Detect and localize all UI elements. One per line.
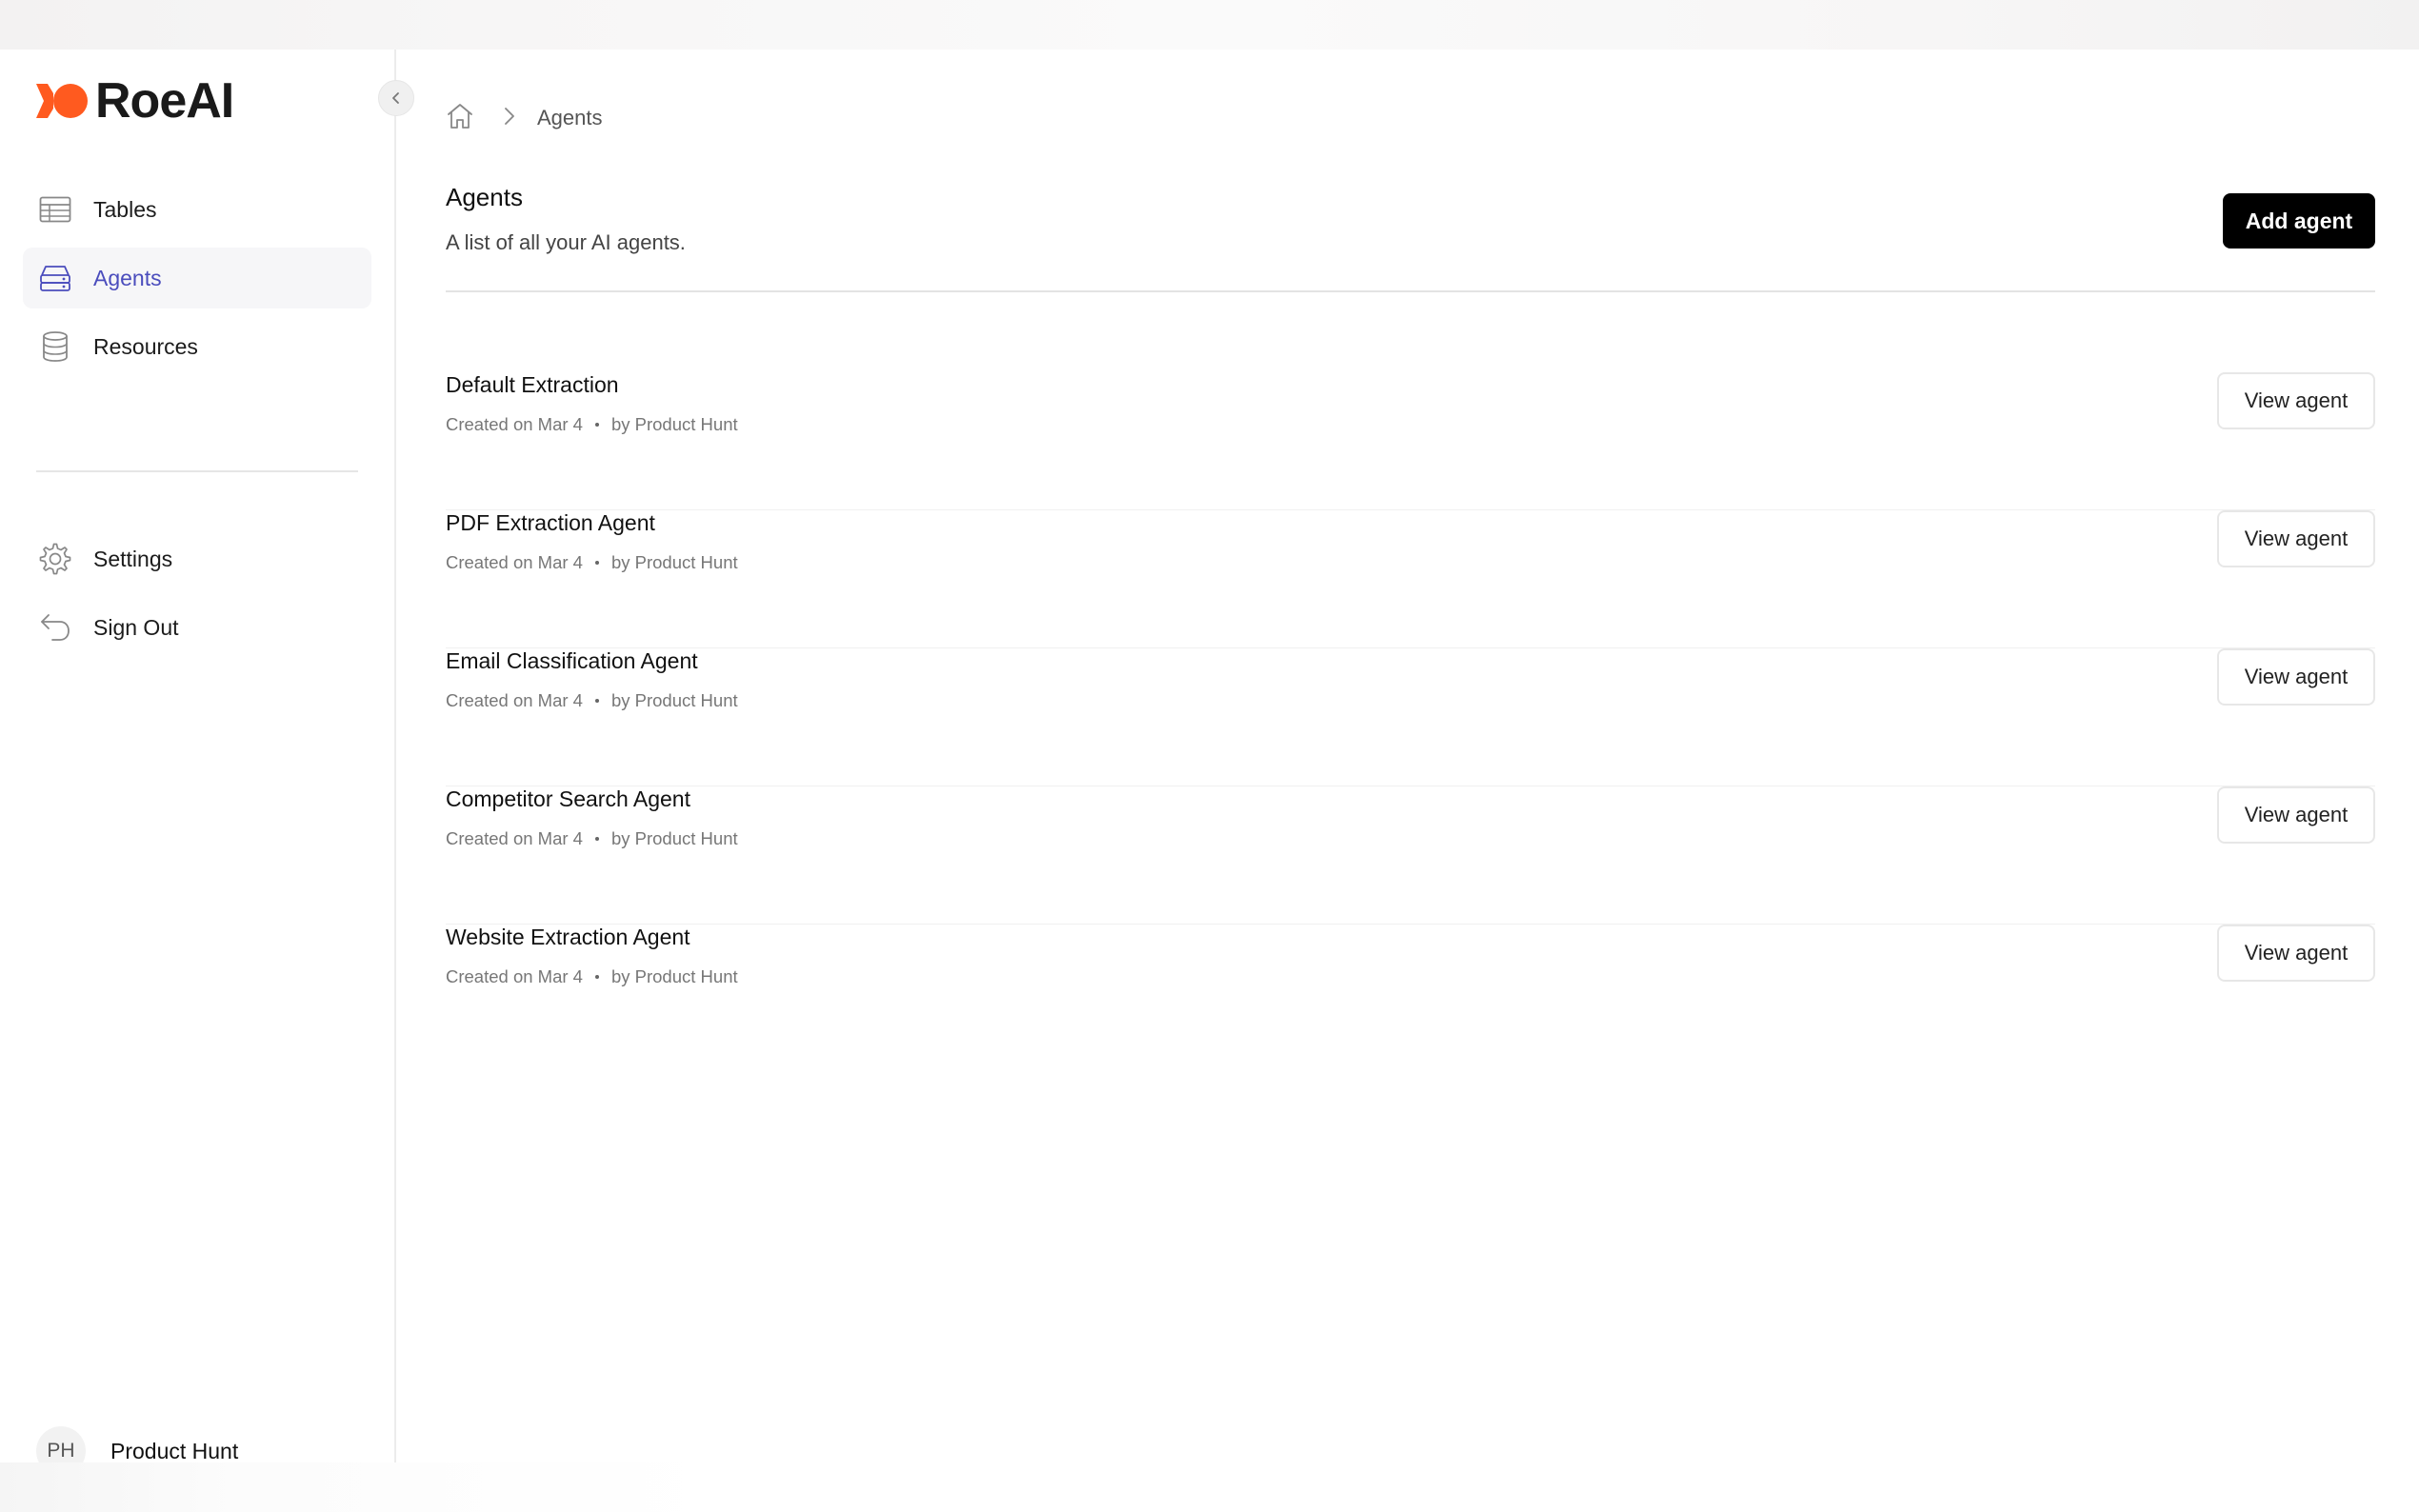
separator-dot xyxy=(594,837,599,841)
separator-dot xyxy=(594,975,599,979)
agent-author: by Product Hunt xyxy=(610,552,738,572)
agent-list: Default Extraction Created on Mar 4 by P… xyxy=(446,372,2375,1063)
agent-author: by Product Hunt xyxy=(610,414,738,434)
user-name: Product Hunt xyxy=(110,1438,239,1463)
list-item: Default Extraction Created on Mar 4 by P… xyxy=(446,372,2375,510)
view-agent-button[interactable]: View agent xyxy=(2217,648,2375,706)
primary-nav: Tables Agents Resources xyxy=(23,179,371,385)
agent-meta: Created on Mar 4 by Product Hunt xyxy=(446,552,738,573)
agent-created: Created on Mar 4 xyxy=(446,966,583,986)
agents-icon xyxy=(38,261,72,295)
breadcrumb: Agents xyxy=(446,99,603,137)
app-window: RoeAI Tables Agents Resources Settings S… xyxy=(0,50,2419,1476)
header-divider xyxy=(446,290,2375,292)
agent-created: Created on Mar 4 xyxy=(446,828,583,848)
sign-out-icon xyxy=(38,610,72,645)
agent-meta: Created on Mar 4 by Product Hunt xyxy=(446,966,738,987)
breadcrumb-current[interactable]: Agents xyxy=(537,106,603,130)
agent-name: PDF Extraction Agent xyxy=(446,510,655,535)
sidebar-divider xyxy=(36,470,358,472)
window-top-bar xyxy=(0,0,2419,50)
sidebar-item-label: Agents xyxy=(93,265,162,290)
view-agent-button[interactable]: View agent xyxy=(2217,786,2375,844)
add-agent-button[interactable]: Add agent xyxy=(2223,193,2375,249)
chevron-left-icon xyxy=(392,92,399,104)
list-item: Email Classification Agent Created on Ma… xyxy=(446,648,2375,786)
logo-text: RoeAI xyxy=(95,73,234,129)
gear-icon xyxy=(38,542,72,576)
database-icon xyxy=(38,329,72,364)
agent-meta: Created on Mar 4 by Product Hunt xyxy=(446,414,738,435)
sidebar-item-tables[interactable]: Tables xyxy=(23,179,371,240)
secondary-nav: Settings Sign Out xyxy=(23,528,371,666)
sidebar-item-label: Settings xyxy=(93,546,173,571)
page-title: Agents xyxy=(446,183,523,211)
view-agent-button[interactable]: View agent xyxy=(2217,925,2375,982)
sidebar-item-sign-out[interactable]: Sign Out xyxy=(23,597,371,658)
page-header: Agents A list of all your AI agents. Add… xyxy=(446,183,2375,288)
agent-created: Created on Mar 4 xyxy=(446,552,583,572)
home-icon[interactable] xyxy=(446,102,474,135)
sidebar-item-label: Tables xyxy=(93,196,157,222)
main-content: Agents Agents A list of all your AI agen… xyxy=(446,50,2375,1462)
sidebar-item-label: Sign Out xyxy=(93,614,179,640)
separator-dot xyxy=(594,699,599,703)
sidebar-item-settings[interactable]: Settings xyxy=(23,528,371,589)
window-bottom-bar xyxy=(0,1462,2419,1512)
list-item: PDF Extraction Agent Created on Mar 4 by… xyxy=(446,510,2375,648)
roeai-logo[interactable]: RoeAI xyxy=(34,73,234,129)
agent-author: by Product Hunt xyxy=(610,966,738,986)
agent-author: by Product Hunt xyxy=(610,828,738,848)
view-agent-button[interactable]: View agent xyxy=(2217,372,2375,429)
agent-created: Created on Mar 4 xyxy=(446,690,583,710)
agent-author: by Product Hunt xyxy=(610,690,738,710)
agent-name: Default Extraction xyxy=(446,372,619,397)
agent-created: Created on Mar 4 xyxy=(446,414,583,434)
sidebar-item-agents[interactable]: Agents xyxy=(23,248,371,308)
agent-name: Competitor Search Agent xyxy=(446,786,690,811)
logo-mark-icon xyxy=(34,80,91,122)
agent-name: Email Classification Agent xyxy=(446,648,698,673)
separator-dot xyxy=(594,423,599,427)
sidebar-item-label: Resources xyxy=(93,333,198,359)
agent-meta: Created on Mar 4 by Product Hunt xyxy=(446,828,738,849)
list-item: Website Extraction Agent Created on Mar … xyxy=(446,925,2375,1063)
sidebar: RoeAI Tables Agents Resources Settings S… xyxy=(0,50,414,1476)
agent-meta: Created on Mar 4 by Product Hunt xyxy=(446,690,738,711)
sidebar-item-resources[interactable]: Resources xyxy=(23,316,371,377)
chevron-right-icon xyxy=(503,106,516,131)
page-subtitle: A list of all your AI agents. xyxy=(446,230,686,254)
agent-name: Website Extraction Agent xyxy=(446,925,690,949)
table-icon xyxy=(38,192,72,227)
collapse-sidebar-button[interactable] xyxy=(378,80,414,116)
separator-dot xyxy=(594,561,599,565)
list-item: Competitor Search Agent Created on Mar 4… xyxy=(446,786,2375,925)
view-agent-button[interactable]: View agent xyxy=(2217,510,2375,567)
